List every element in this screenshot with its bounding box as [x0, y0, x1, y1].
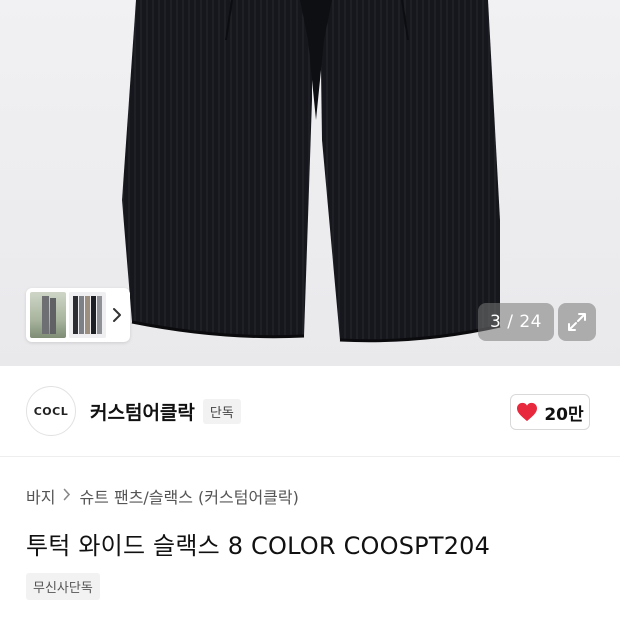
breadcrumb-item-category[interactable]: 바지: [26, 484, 55, 508]
image-counter: 3 / 24: [478, 303, 554, 341]
chevron-right-icon[interactable]: [109, 292, 126, 338]
breadcrumb-item-subcategory[interactable]: 슈트 팬츠/슬랙스 (커스텀어클락): [79, 484, 298, 508]
like-count: 20만: [544, 404, 584, 425]
brand-row[interactable]: COCL 커스텀어클락 단독 20만: [0, 366, 620, 456]
expand-arrows-icon[interactable]: [558, 303, 596, 341]
product-image-gallery[interactable]: 3 / 24: [0, 0, 620, 366]
divider: [0, 456, 620, 457]
thumbnail-colors[interactable]: [69, 292, 106, 338]
brand-logo[interactable]: COCL: [26, 386, 76, 436]
like-button[interactable]: 20만: [510, 394, 590, 430]
thumbnail-model[interactable]: [30, 292, 67, 338]
breadcrumb: 바지 슈트 팬츠/슬랙스 (커스텀어클락): [26, 484, 299, 508]
product-title: 투턱 와이드 슬랙스 8 COLOR COOSPT204: [26, 532, 491, 560]
exclusive-tag: 무신사단독: [26, 573, 100, 600]
heart-icon: [517, 402, 538, 422]
brand-name[interactable]: 커스텀어클락: [90, 398, 195, 425]
chevron-right-icon: [63, 487, 71, 505]
thumbnail-strip[interactable]: [26, 288, 130, 342]
exclusive-badge: 단독: [202, 398, 241, 424]
